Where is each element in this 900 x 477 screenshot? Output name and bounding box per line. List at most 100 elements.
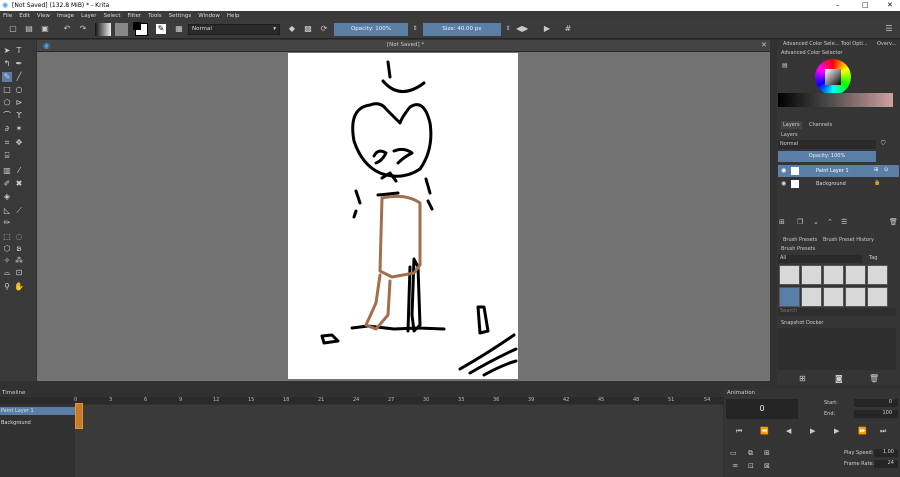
brush-preset-icon[interactable]: ✎ [156,24,166,34]
brush-filter-select[interactable]: All [778,255,862,263]
open-document-icon[interactable]: ▤ [24,24,34,34]
lock-icon[interactable]: 🔒 [874,180,880,186]
tab-brush-presets[interactable]: Brush Presets [781,236,819,244]
previous-keyframe-icon[interactable]: ⏪ [760,427,769,435]
end-frame-input[interactable]: 100 [854,410,898,418]
tab-advanced-color-selector[interactable]: Advanced Color Sele... [781,40,841,48]
pan-tool-icon[interactable]: ✋ [14,282,24,292]
delete-snapshot-icon[interactable]: 🗑 [869,374,879,383]
gradient-tool-icon[interactable]: ▥ [2,166,12,176]
camera-icon[interactable]: ◙ [835,374,843,383]
move-up-icon[interactable]: ⌃ [827,218,833,226]
visibility-eye-icon[interactable]: ◉ [781,180,786,187]
close-window-button[interactable]: ✕ [887,1,893,9]
brush-tag-button[interactable]: Tag [869,255,877,261]
line-tool-icon[interactable]: ╱ [14,72,24,82]
delete-layer-icon[interactable]: 🗑 [889,218,898,226]
color-picker-icon[interactable]: ⁄ [14,166,24,176]
previous-frame-icon[interactable]: ◀ [786,427,791,435]
timeline-layer-name[interactable]: Background [1,420,31,426]
layer-blend-select[interactable]: Normal [778,140,876,149]
menu-edit[interactable]: Edit [19,13,30,19]
layer-opacity-slider[interactable]: Opacity: 100% [778,151,876,162]
contiguous-select-icon[interactable]: ✧ [2,256,12,266]
tab-layers[interactable]: Layers [781,121,802,129]
redo-icon[interactable]: ↷ [78,24,88,34]
edit-shapes-icon[interactable]: ↰ [2,59,12,69]
ellipse-tool-icon[interactable]: ○ [14,85,24,95]
save-icon[interactable]: ▣ [40,24,50,34]
smart-patch-icon[interactable]: ✖ [14,179,24,189]
brush-preset-cell[interactable] [823,265,844,285]
menu-file[interactable]: File [3,13,12,19]
timeline-layer-row[interactable]: Background [0,419,75,427]
filter-icon[interactable]: ⛉ [881,140,886,148]
add-layer-icon[interactable]: ⊞ [779,218,785,226]
copy-frame-icon[interactable]: ⊡ [748,462,754,470]
next-frame-icon[interactable]: ▶ [834,427,839,435]
opacity-slider[interactable]: Opacity: 100% [334,23,408,36]
measure-tool-icon[interactable]: ⟋ [14,206,24,216]
brush-preset-cell[interactable] [845,287,866,307]
auto-frame-icon[interactable]: ♒ [732,462,738,470]
multibrush-icon[interactable]: ✶ [14,124,24,134]
onion-skin-icon[interactable]: ▭ [730,449,737,457]
hamburger-menu-icon[interactable]: ☰ [884,24,894,34]
assistant-tool-icon[interactable]: ◺ [2,206,12,216]
minimize-button[interactable]: – [836,1,840,9]
undo-icon[interactable]: ↶ [62,24,72,34]
tab-tool-options[interactable]: Tool Opti... [839,40,870,48]
layer-name[interactable]: Background [816,181,846,187]
brush-preset-cell[interactable] [867,287,888,307]
color-wheel[interactable] [815,59,851,95]
fill-tool-icon[interactable]: ◈ [2,192,12,202]
bezier-select-icon[interactable]: ⌓ [2,268,12,278]
remove-frame-icon[interactable]: ⊠ [764,462,770,470]
mirror-vertical-icon[interactable]: ▶ [542,24,552,34]
menu-filter[interactable]: Filter [127,13,141,19]
menu-image[interactable]: Image [57,13,74,19]
size-slider[interactable]: Size: 40.00 px [423,23,501,36]
skip-end-icon[interactable]: ⏭ [880,427,886,436]
duplicate-layer-icon[interactable]: ❐ [797,218,803,226]
menu-view[interactable]: View [37,13,50,19]
wrap-around-icon[interactable]: # [563,24,573,34]
mirror-horizontal-icon[interactable]: ◀▶ [516,24,528,34]
play-icon[interactable]: ▶ [810,427,815,435]
color-history-strip[interactable] [778,93,893,107]
layer-row-background[interactable]: ◉ Background 🔒 [778,178,899,190]
select-shapes-icon[interactable]: ➤ [2,46,12,56]
move-tool-icon[interactable]: ✥ [14,138,24,148]
menu-tools[interactable]: Tools [148,13,162,19]
text-tool-icon[interactable]: T [14,46,24,56]
reference-tool-icon[interactable]: ✏ [2,218,12,228]
color-settings-icon[interactable]: ▤ [782,62,788,69]
visibility-eye-icon[interactable]: ◉ [781,167,786,174]
transform-tool-icon[interactable]: ⌸ [2,151,12,161]
calligraphy-icon[interactable]: ✒ [14,59,24,69]
brush-preset-cell[interactable] [845,265,866,285]
brush-settings-icon[interactable]: ▦ [174,24,184,34]
play-speed-input[interactable]: 1.00 [874,449,898,457]
layer-row-paint-layer-1[interactable]: ◉ Paint Layer 1 ⊞ ⊙ [778,165,899,177]
blend-mode-select[interactable]: Normal ▾ [188,24,280,35]
move-down-icon[interactable]: ⌄ [813,218,819,226]
brush-search-input[interactable]: Search [778,308,896,316]
brush-preset-cell[interactable] [823,287,844,307]
menu-help[interactable]: Help [227,13,240,19]
size-spin-icon[interactable]: ⇕ [503,24,513,34]
preserve-alpha-icon[interactable]: ▩ [303,24,313,34]
menu-window[interactable]: Window [198,13,220,19]
canvas-paper[interactable] [288,53,518,379]
magnetic-select-icon[interactable]: ⊡ [14,268,24,278]
color-triangle[interactable] [825,69,841,85]
freehand-path-icon[interactable]: ϒ [14,111,24,121]
close-document-button[interactable]: ✕ [761,41,767,49]
dynamic-brush-icon[interactable]: ∂ [2,124,12,134]
zoom-tool-icon[interactable]: ⚲ [2,282,12,292]
current-frame-marker[interactable] [75,403,83,429]
inherit-alpha-icon[interactable]: ⊙ [884,167,888,173]
brush-preset-cell[interactable] [779,265,800,285]
bezier-tool-icon[interactable]: ⌒ [2,111,12,121]
freehand-brush-icon[interactable]: ✎ [2,72,12,82]
